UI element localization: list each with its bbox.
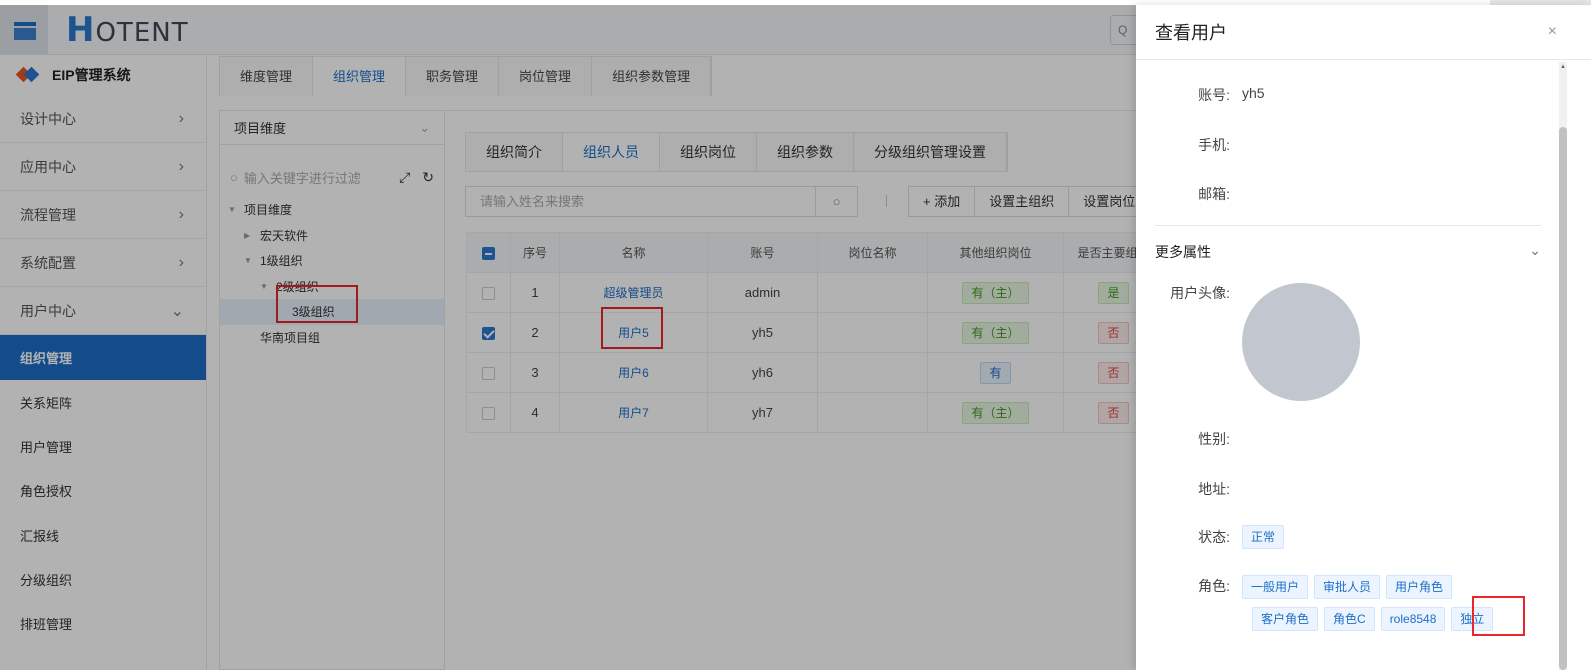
close-icon[interactable]: ×: [1548, 23, 1557, 41]
email-field: 邮箱:: [1198, 186, 1230, 202]
role-tag: 审批人员: [1314, 575, 1381, 599]
account-field: 账号: yh5: [1198, 85, 1265, 103]
divider: [1155, 225, 1541, 226]
role-tag: role8548: [1380, 607, 1446, 631]
phone-field: 手机:: [1198, 137, 1230, 153]
avatar: [1242, 283, 1360, 401]
scrollbar-thumb[interactable]: [1559, 127, 1567, 670]
role-tag: 客户角色: [1252, 607, 1319, 631]
view-user-drawer: 查看用户 × 账号: yh5 手机: 邮箱: 更多属性 ⌄ 用户头像: 性别: …: [1136, 5, 1591, 670]
drawer-scrollbar[interactable]: ▲: [1559, 62, 1567, 670]
drawer-header: 查看用户: [1136, 5, 1591, 60]
modal-overlay[interactable]: [0, 0, 1136, 670]
address-field: 地址:: [1198, 481, 1230, 497]
role-tag: 用户角色: [1386, 575, 1453, 599]
chevron-down-icon: ⌄: [1529, 242, 1541, 258]
status-field: 状态: 正常: [1136, 525, 1546, 549]
role-tag: 一般用户: [1242, 575, 1309, 599]
scroll-up-icon[interactable]: ▲: [1559, 64, 1567, 70]
role-tag: 角色C: [1324, 607, 1375, 631]
highlight-box: [1472, 596, 1525, 636]
drawer-title: 查看用户: [1155, 23, 1227, 43]
avatar-field: 用户头像:: [1136, 283, 1546, 401]
gender-field: 性别:: [1198, 431, 1230, 447]
more-props-toggle[interactable]: 更多属性 ⌄: [1155, 242, 1541, 262]
status-badge: 正常: [1242, 525, 1285, 549]
